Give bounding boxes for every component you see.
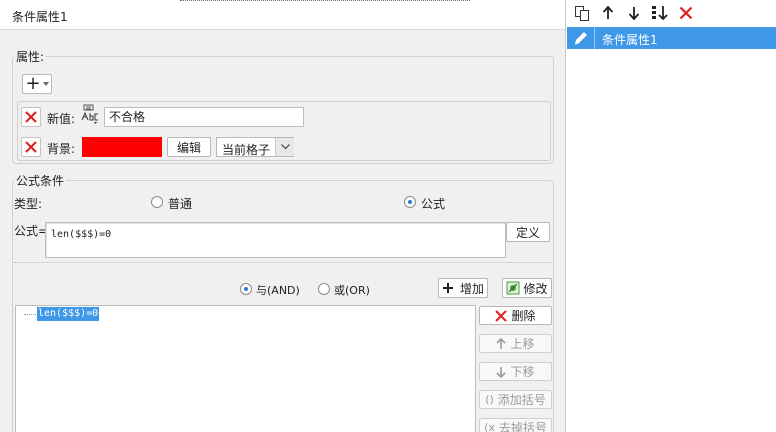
- formula-textarea[interactable]: len($$$)=0: [45, 222, 506, 258]
- scope-select-value: 当前格子: [222, 143, 271, 157]
- title-bar: 条件属性1: [0, 0, 565, 30]
- logic-and-label[interactable]: 与(AND): [256, 282, 300, 298]
- remove-bracket-button[interactable]: (x 去掉括号: [479, 418, 552, 432]
- add-condition-label: 增加: [459, 281, 484, 296]
- edit-background-button[interactable]: 编辑: [167, 137, 211, 157]
- delete-condition-button[interactable]: 删除: [479, 306, 552, 325]
- condition-list-panel: 条件属性1: [567, 0, 776, 432]
- add-bracket-label: 添加括号: [497, 393, 546, 407]
- modify-condition-label: 修改: [523, 281, 548, 296]
- add-bracket-button[interactable]: () 添加括号: [479, 390, 552, 409]
- arrow-up-icon[interactable]: [598, 4, 618, 22]
- logic-or-radio[interactable]: [318, 283, 330, 295]
- new-value-input[interactable]: 不合格: [104, 107, 304, 127]
- formula-condition-group-label: 公式条件: [14, 172, 67, 189]
- panel-title: 条件属性1: [12, 10, 68, 24]
- background-label: 背景:: [47, 142, 76, 156]
- type-formula-radio[interactable]: [404, 196, 416, 208]
- move-up-label: 上移: [510, 337, 535, 351]
- tree-connector: [24, 314, 36, 315]
- logic-or-label[interactable]: 或(OR): [334, 282, 370, 298]
- remove-background-button[interactable]: [21, 137, 41, 157]
- condition-item-label: 条件属性1: [602, 33, 658, 47]
- close-icon: [25, 111, 37, 123]
- move-up-button[interactable]: 上移: [479, 334, 552, 353]
- plus-icon: [442, 282, 454, 294]
- remove-bracket-label: 去掉括号: [498, 421, 547, 432]
- chevron-down-icon: [275, 138, 294, 156]
- move-down-button[interactable]: 下移: [479, 362, 552, 381]
- edit-pencil-icon: [573, 30, 589, 46]
- bracket-icon: (): [485, 393, 494, 406]
- logic-and-radio[interactable]: [240, 283, 252, 295]
- formula-text: len($$$)=0: [51, 229, 112, 240]
- text-format-icon[interactable]: [81, 104, 101, 126]
- condition-list-item-selected[interactable]: 条件属性1: [567, 27, 776, 49]
- remove-new-value-button[interactable]: [21, 107, 41, 127]
- section-divider: [14, 262, 552, 263]
- remove-bracket-icon: (x: [484, 421, 495, 432]
- scope-select[interactable]: 当前格子: [216, 137, 294, 157]
- type-normal-label[interactable]: 普通: [168, 195, 192, 212]
- move-down-label: 下移: [510, 365, 535, 379]
- attributes-group-label: 属性:: [14, 48, 47, 65]
- sort-down-icon[interactable]: [650, 4, 670, 22]
- condition-list[interactable]: len($$$)=0: [15, 305, 476, 432]
- arrow-down-icon: [496, 366, 507, 378]
- modify-icon: [506, 281, 520, 295]
- background-color-swatch[interactable]: [82, 137, 162, 157]
- condition-list-item[interactable]: len($$$)=0: [37, 307, 100, 321]
- plus-icon: +: [25, 73, 41, 94]
- close-icon[interactable]: [676, 4, 696, 22]
- type-normal-radio[interactable]: [151, 196, 163, 208]
- close-icon: [25, 141, 37, 153]
- arrow-up-icon: [496, 337, 507, 349]
- title-divider: [180, 0, 470, 1]
- item-separator: [594, 27, 595, 49]
- close-icon: [495, 309, 508, 322]
- type-label: 类型:: [14, 197, 43, 211]
- condition-editor-panel: 条件属性1 属性: + 新值: 不合格 背景: 编辑 当前格子 公式条件 类型:…: [0, 0, 566, 432]
- modify-condition-button[interactable]: 修改: [502, 278, 552, 298]
- type-formula-label[interactable]: 公式: [421, 195, 445, 212]
- add-attribute-dropdown-button[interactable]: +: [22, 74, 52, 94]
- define-button[interactable]: 定义: [506, 222, 550, 242]
- formula-label: 公式=: [14, 224, 49, 238]
- new-value-label: 新值:: [47, 112, 76, 126]
- delete-label: 删除: [511, 309, 536, 323]
- copy-icon[interactable]: [572, 4, 592, 22]
- arrow-down-icon[interactable]: [624, 4, 644, 22]
- caret-down-icon: [42, 82, 49, 86]
- add-condition-button[interactable]: 增加: [438, 278, 488, 298]
